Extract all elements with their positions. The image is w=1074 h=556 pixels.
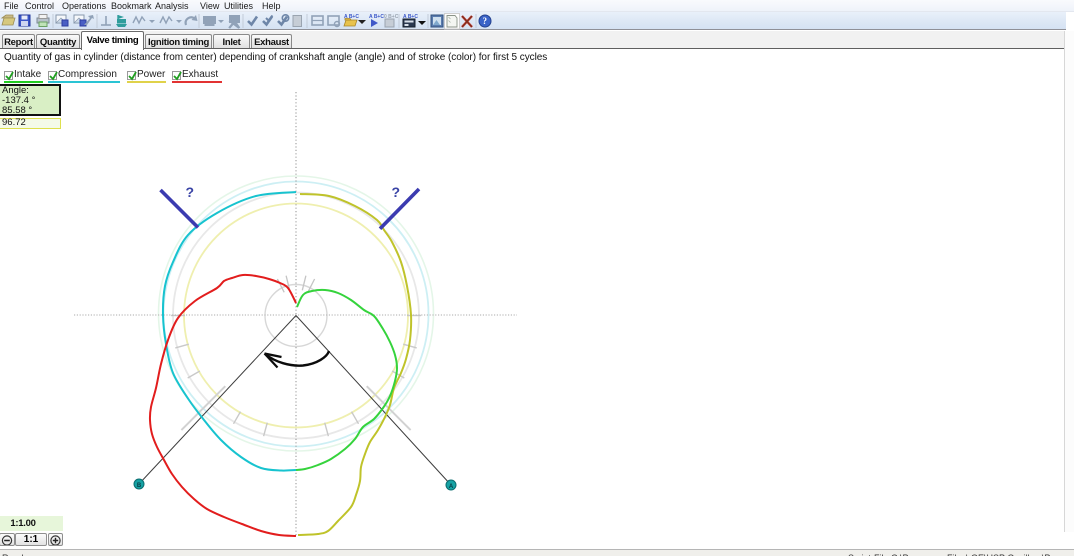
svg-text:B: B bbox=[137, 483, 142, 489]
svg-text:?: ? bbox=[392, 184, 401, 200]
svg-text:A: A bbox=[449, 484, 454, 490]
svg-text:?: ? bbox=[186, 184, 195, 200]
